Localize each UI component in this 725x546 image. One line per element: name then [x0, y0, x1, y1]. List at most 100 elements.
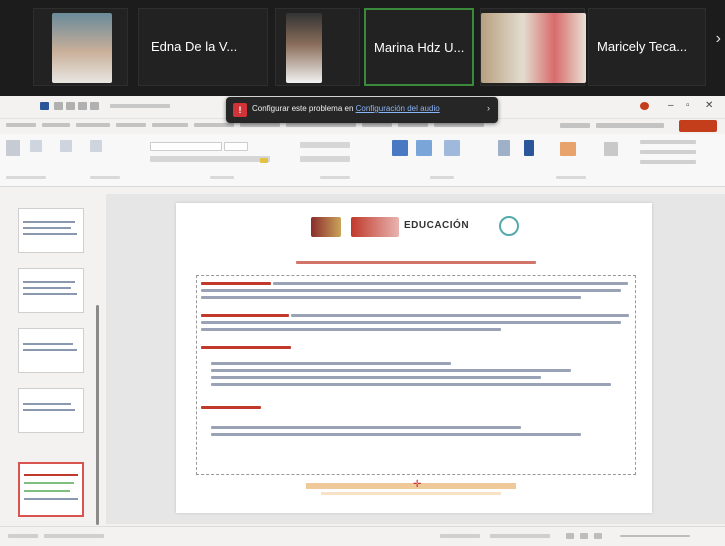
slide-text-box[interactable] [196, 275, 636, 475]
slide[interactable]: EDUCACIÓN ✛ [176, 203, 652, 513]
thumbnail-text [23, 287, 71, 289]
status-bar [0, 526, 725, 546]
slide-thumbnail[interactable] [18, 388, 84, 433]
ribbon-group-label [430, 176, 454, 179]
notes-button[interactable] [440, 534, 480, 538]
tab-transitions[interactable] [194, 123, 234, 127]
normal-view-icon[interactable] [566, 533, 574, 539]
participant-video-tile[interactable] [275, 8, 360, 86]
section-icon[interactable] [90, 140, 102, 152]
zoom-slider[interactable] [620, 535, 690, 537]
designer-icon[interactable] [560, 142, 576, 156]
thumbnail-scrollbar[interactable] [96, 305, 99, 525]
thumbnail-text [23, 281, 75, 283]
slide-thumbnail[interactable] [18, 208, 84, 253]
text-line [211, 426, 521, 429]
font-size-select[interactable] [224, 142, 248, 151]
thumbnail-text [23, 227, 71, 229]
shapes-icon[interactable] [392, 140, 408, 156]
tab-draw[interactable] [116, 123, 146, 127]
thumbnail-text [23, 233, 77, 235]
tab-view[interactable] [398, 123, 428, 127]
comments-button[interactable] [490, 534, 550, 538]
find-icon[interactable] [498, 140, 510, 156]
quick-styles-icon[interactable] [444, 140, 460, 156]
state-logo [351, 217, 399, 237]
tab-slideshow[interactable] [286, 123, 356, 127]
thumbnail-text [24, 482, 74, 484]
language-status[interactable] [44, 534, 104, 538]
add-ins-icon[interactable] [604, 142, 618, 156]
slide-thumbnail[interactable] [18, 328, 84, 373]
thumbnail-text [24, 490, 70, 492]
save-icon[interactable] [54, 102, 63, 110]
text-line-heading [201, 346, 291, 349]
government-logo [311, 217, 341, 237]
highlight-icon[interactable] [260, 158, 268, 163]
slide-thumbnail[interactable] [18, 268, 84, 313]
footer-banner [306, 483, 516, 489]
undo-icon[interactable] [66, 102, 75, 110]
tab-design[interactable] [152, 123, 188, 127]
education-logo-text: EDUCACIÓN [404, 220, 470, 231]
tab-home[interactable] [42, 123, 70, 127]
side-option[interactable] [640, 150, 696, 154]
chevron-right-icon[interactable]: › [487, 103, 490, 113]
tab-help[interactable] [434, 123, 484, 127]
side-option[interactable] [640, 160, 696, 164]
font-format-buttons[interactable] [150, 156, 270, 162]
autosave-toggle[interactable] [40, 102, 49, 110]
redo-icon[interactable] [78, 102, 87, 110]
arrange-icon[interactable] [416, 140, 432, 156]
chevron-right-icon[interactable]: › [716, 30, 721, 48]
tab-animations[interactable] [240, 123, 280, 127]
bullet-line [211, 383, 611, 386]
tab-review[interactable] [362, 123, 392, 127]
participant-name: Edna De la V... [151, 39, 238, 54]
font-name-select[interactable] [150, 142, 222, 151]
participant-tile-marina[interactable]: Marina Hdz U... [364, 8, 474, 86]
maximize-icon[interactable]: ▫ [686, 100, 690, 111]
meeting-participants-bar: Edna De la V... Marina Hdz U... Maricely… [0, 0, 725, 110]
close-icon[interactable]: ✕ [705, 100, 713, 111]
text-line-heading [201, 282, 271, 285]
participant-tile-maricely[interactable]: Maricely Teca... [588, 8, 706, 86]
audio-settings-link[interactable]: Configuración del audio [356, 104, 440, 113]
thumbnail-text [23, 221, 75, 223]
text-line-heading [201, 406, 261, 409]
participant-video-tile[interactable] [480, 8, 586, 86]
side-option[interactable] [640, 140, 696, 144]
text-line [201, 328, 501, 331]
tab-file[interactable] [6, 123, 36, 127]
minimize-icon[interactable]: – [668, 100, 674, 111]
text-line [273, 282, 628, 285]
alignment-buttons[interactable] [300, 156, 350, 162]
thumbnail-text [23, 403, 71, 405]
file-name [110, 104, 170, 108]
participant-tile-edna[interactable]: Edna De la V... [138, 8, 268, 86]
paragraph-buttons[interactable] [300, 142, 350, 148]
tab-insert[interactable] [76, 123, 110, 127]
avatar[interactable] [640, 102, 649, 110]
slide-thumbnail-selected[interactable] [18, 462, 84, 517]
text-line [211, 433, 581, 436]
seal-logo [499, 216, 519, 236]
record-button[interactable] [560, 123, 590, 128]
paste-icon[interactable] [6, 140, 20, 156]
participant-name: Maricely Teca... [597, 39, 688, 54]
move-cursor-icon: ✛ [413, 479, 422, 490]
text-line [201, 296, 581, 299]
present-icon[interactable] [90, 102, 99, 110]
new-slide-icon[interactable] [30, 140, 42, 152]
sorter-view-icon[interactable] [580, 533, 588, 539]
reading-view-icon[interactable] [594, 533, 602, 539]
present-teams-button[interactable] [596, 123, 664, 128]
slide-thumbnail-pane [0, 194, 104, 524]
participant-video-tile[interactable] [33, 8, 128, 86]
text-line [291, 314, 629, 317]
footer-text [321, 492, 501, 495]
layout-icon[interactable] [60, 140, 72, 152]
header-logos: EDUCACIÓN [311, 215, 521, 241]
dictate-icon[interactable] [524, 140, 534, 156]
share-button[interactable] [679, 120, 717, 132]
